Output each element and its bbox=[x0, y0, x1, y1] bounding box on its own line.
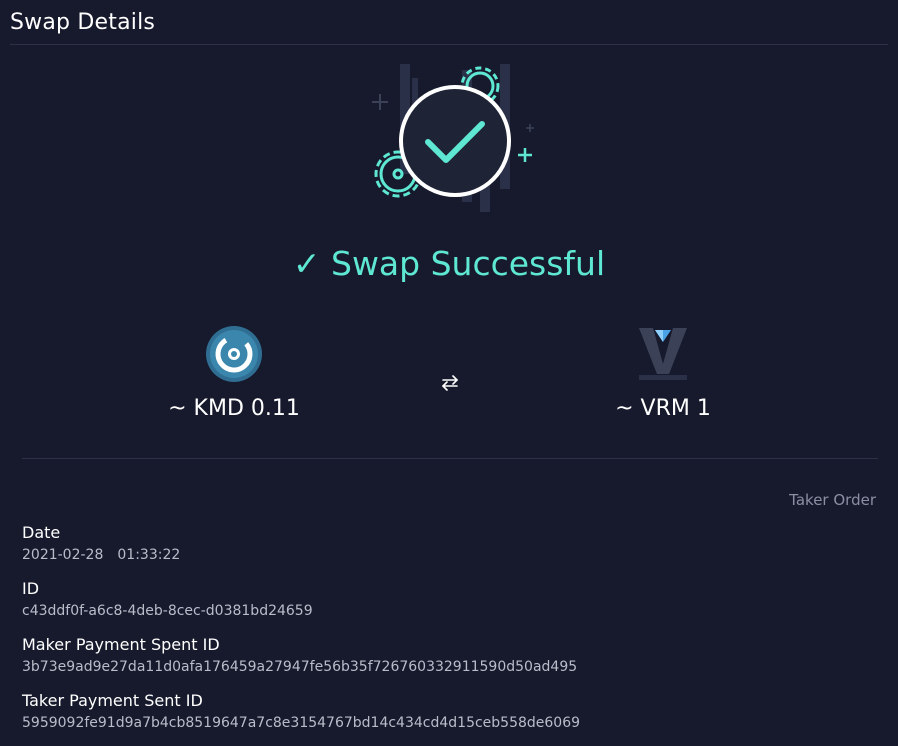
swap-details-panel: Swap Details ✓ Swap Successful ~ KMD 0.1… bbox=[0, 0, 898, 746]
vrm-coin-icon bbox=[639, 328, 687, 380]
swap-status: ✓ Swap Successful bbox=[292, 244, 606, 283]
success-illustration bbox=[372, 64, 534, 212]
taker-payment-label: Taker Payment Sent ID bbox=[22, 691, 203, 710]
detail-date: Date 2021-02-28 01:33:22 bbox=[22, 523, 180, 563]
id-label: ID bbox=[22, 579, 40, 598]
kmd-coin-icon bbox=[206, 326, 262, 382]
base-amount: ~ KMD 0.11 bbox=[168, 396, 300, 421]
base-coin: ~ KMD 0.11 bbox=[134, 324, 334, 421]
taker-payment-value[interactable]: 5959092fe91d9a7b4cb8519647a7c8e3154767bd… bbox=[22, 715, 580, 731]
id-value[interactable]: c43ddf0f-a6c8-4deb-8cec-d0381bd24659 bbox=[22, 603, 313, 619]
maker-payment-label: Maker Payment Spent ID bbox=[22, 635, 220, 654]
date-time: 01:33:22 bbox=[117, 547, 181, 563]
detail-maker-payment: Maker Payment Spent ID 3b73e9ad9e27da11d… bbox=[22, 635, 577, 675]
plus-icon bbox=[526, 124, 534, 132]
section-divider bbox=[22, 458, 878, 459]
date-day: 2021-02-28 bbox=[22, 547, 104, 563]
title-divider bbox=[10, 44, 888, 45]
date-value: 2021-02-28 01:33:22 bbox=[22, 547, 180, 563]
plus-icon bbox=[372, 94, 388, 110]
detail-id: ID c43ddf0f-a6c8-4deb-8cec-d0381bd24659 bbox=[22, 579, 313, 619]
order-type-label: Taker Order bbox=[789, 491, 876, 509]
date-label: Date bbox=[22, 523, 61, 542]
detail-taker-payment: Taker Payment Sent ID 5959092fe91d9a7b4c… bbox=[22, 691, 580, 731]
rel-coin: ~ VRM 1 bbox=[563, 324, 763, 421]
swap-arrows-icon bbox=[442, 375, 458, 391]
page-title: Swap Details bbox=[10, 10, 156, 35]
maker-payment-value[interactable]: 3b73e9ad9e27da11d0afa176459a27947fe56b35… bbox=[22, 659, 577, 675]
check-circle bbox=[399, 85, 511, 197]
rel-amount: ~ VRM 1 bbox=[615, 396, 711, 421]
plus-icon bbox=[518, 148, 532, 162]
